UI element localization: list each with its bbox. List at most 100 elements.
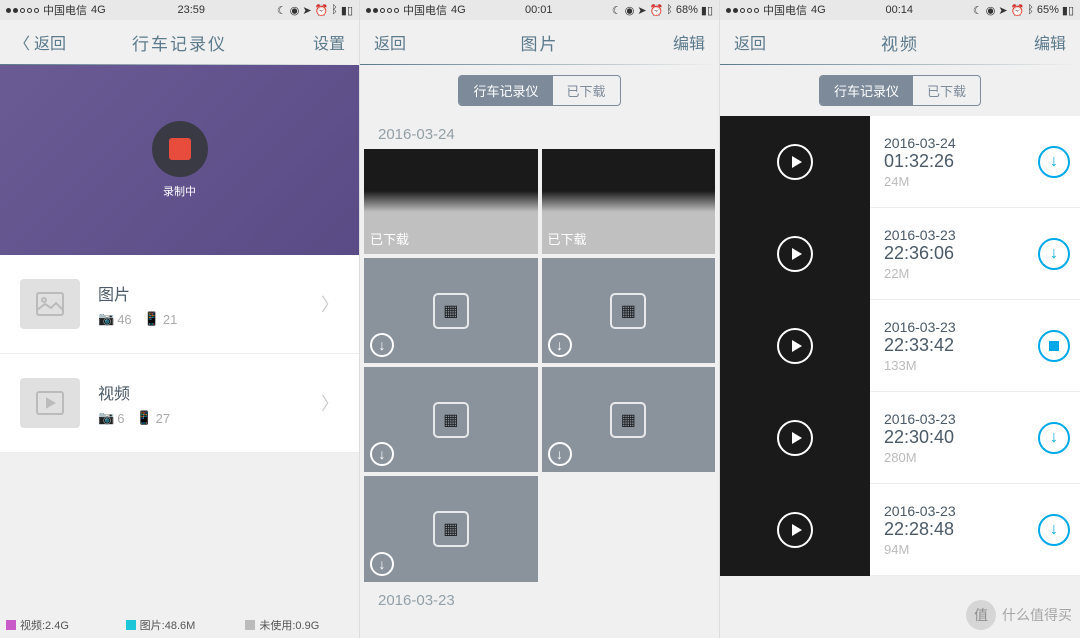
- live-preview[interactable]: 录制中: [0, 65, 359, 255]
- photo-thumbnail[interactable]: ▦↓: [542, 258, 716, 363]
- video-size: 280M: [884, 450, 1038, 465]
- status-bar: 中国电信 4G 00:01 ☾ ◉ ➤ ⏰ ᛒ 68% ▮▯: [360, 0, 719, 20]
- play-icon: [777, 236, 813, 272]
- video-thumbnail[interactable]: [720, 300, 870, 392]
- phone-count: 📱 27: [136, 410, 170, 426]
- screen-photos: 中国电信 4G 00:01 ☾ ◉ ➤ ⏰ ᛒ 68% ▮▯ 返回 图片 编辑 …: [360, 0, 720, 638]
- chevron-right-icon: 〉: [321, 390, 339, 416]
- video-thumbnail[interactable]: [720, 116, 870, 208]
- download-button[interactable]: ↓: [1038, 238, 1070, 270]
- video-row[interactable]: 2016-03-2322:28:4894M↓: [720, 484, 1080, 576]
- settings-button[interactable]: 设置: [313, 30, 345, 54]
- seg-downloaded[interactable]: 已下载: [913, 76, 980, 105]
- film-icon: ▦: [433, 511, 469, 547]
- bluetooth-icon: ᛒ: [666, 4, 673, 16]
- alarm-icon: ⏰: [1011, 4, 1025, 17]
- menu-item-videos[interactable]: 视频 📷 6 📱 27 〉: [0, 354, 359, 453]
- photo-thumbnail[interactable]: ▦↓: [364, 367, 538, 472]
- video-thumbnail[interactable]: [720, 392, 870, 484]
- download-icon: ↓: [1050, 429, 1058, 447]
- video-time: 22:28:48: [884, 519, 1038, 540]
- video-thumbnail[interactable]: [720, 484, 870, 576]
- film-icon: ▦: [433, 293, 469, 329]
- seg-downloaded[interactable]: 已下载: [553, 76, 620, 105]
- film-icon: ▦: [610, 293, 646, 329]
- photo-thumbnail[interactable]: 已下载: [364, 149, 538, 254]
- recording-label: 录制中: [163, 183, 196, 199]
- clock: 00:01: [525, 4, 553, 16]
- storage-swatch-free: [245, 620, 255, 630]
- edit-button[interactable]: 编辑: [673, 30, 705, 54]
- video-time: 22:30:40: [884, 427, 1038, 448]
- video-date: 2016-03-23: [884, 411, 1038, 427]
- stop-icon: [169, 138, 191, 160]
- video-time: 01:32:26: [884, 151, 1038, 172]
- bluetooth-icon: ᛒ: [331, 4, 338, 16]
- screen-dashcam-home: 中国电信 4G 23:59 ☾ ◉ ➤ ⏰ ᛒ ▮▯ 〈返回 行车记录仪 设置 …: [0, 0, 360, 638]
- download-button[interactable]: ↓: [1038, 514, 1070, 546]
- nav-bar: 返回 图片 编辑: [360, 20, 719, 64]
- watermark-text: 什么值得买: [1002, 605, 1072, 625]
- download-icon[interactable]: ↓: [548, 442, 572, 466]
- nav-bar: 返回 视频 编辑: [720, 20, 1080, 64]
- download-icon[interactable]: ↓: [370, 442, 394, 466]
- storage-bar: 视频:2.4G 图片:48.6M 未使用:0.9G: [0, 612, 359, 638]
- download-icon[interactable]: ↓: [370, 552, 394, 576]
- page-title: 图片: [521, 30, 559, 55]
- carrier-label: 中国电信: [43, 2, 87, 18]
- download-icon[interactable]: ↓: [370, 333, 394, 357]
- location-icon: ➤: [998, 4, 1007, 17]
- menu-title: 图片: [98, 281, 321, 305]
- back-button[interactable]: 返回: [734, 30, 766, 54]
- video-date: 2016-03-23: [884, 227, 1038, 243]
- download-button[interactable]: ↓: [1038, 422, 1070, 454]
- signal-icon: [366, 8, 399, 13]
- menu-item-photos[interactable]: 图片 📷 46 📱 21 〉: [0, 255, 359, 354]
- location-icon: ➤: [637, 4, 646, 17]
- storage-video-label: 视频:2.4G: [20, 617, 69, 633]
- back-button[interactable]: 返回: [374, 30, 406, 54]
- status-bar: 中国电信 4G 00:14 ☾ ◉ ➤ ⏰ ᛒ 65% ▮▯: [720, 0, 1080, 20]
- photo-thumbnail[interactable]: ▦↓: [364, 476, 538, 581]
- stop-download-button[interactable]: [1038, 330, 1070, 362]
- video-thumbnail[interactable]: [720, 208, 870, 300]
- clock: 23:59: [178, 4, 206, 16]
- edit-button[interactable]: 编辑: [1034, 30, 1066, 54]
- photo-thumbnail[interactable]: ▦↓: [542, 367, 716, 472]
- video-row[interactable]: 2016-03-2322:30:40 280M ↓: [720, 392, 1080, 484]
- photo-thumbnail[interactable]: 已下载: [542, 149, 716, 254]
- battery-icon: ▮▯: [701, 4, 713, 17]
- seg-dashcam[interactable]: 行车记录仪: [820, 76, 913, 105]
- carrier-label: 中国电信: [403, 2, 447, 18]
- video-time: 22:36:06: [884, 243, 1038, 264]
- downloaded-label: 已下载: [370, 229, 409, 248]
- chevron-right-icon: 〉: [321, 291, 339, 317]
- download-icon[interactable]: ↓: [548, 333, 572, 357]
- film-icon: ▦: [610, 402, 646, 438]
- alarm-icon: ⏰: [650, 4, 664, 17]
- photo-thumbnail[interactable]: ▦↓: [364, 258, 538, 363]
- back-button[interactable]: 〈返回: [14, 30, 66, 54]
- stop-icon: [1049, 341, 1059, 351]
- video-date: 2016-03-23: [884, 503, 1038, 519]
- storage-photo-label: 图片:48.6M: [140, 617, 196, 633]
- seg-dashcam[interactable]: 行车记录仪: [459, 76, 552, 105]
- download-icon: ↓: [1050, 245, 1058, 263]
- battery-label: 68%: [676, 4, 698, 16]
- storage-swatch-video: [6, 620, 16, 630]
- video-size: 22M: [884, 266, 1038, 281]
- segmented-control: 行车记录仪 已下载: [458, 75, 620, 106]
- network-label: 4G: [451, 4, 466, 16]
- video-row[interactable]: 2016-03-2322:33:42133M: [720, 300, 1080, 392]
- video-row[interactable]: 2016-03-2322:36:06 22M ↓: [720, 208, 1080, 300]
- moon-icon: ☾: [612, 4, 622, 17]
- video-row[interactable]: 2016-03-2401:32:2624M↓: [720, 116, 1080, 208]
- video-date: 2016-03-23: [884, 319, 1038, 335]
- download-button[interactable]: ↓: [1038, 146, 1070, 178]
- storage-free-label: 未使用:0.9G: [259, 617, 319, 633]
- page-title: 视频: [881, 30, 919, 55]
- record-button[interactable]: [152, 121, 208, 177]
- moon-icon: ☾: [277, 4, 287, 17]
- video-icon: [20, 378, 80, 428]
- photo-icon: [20, 279, 80, 329]
